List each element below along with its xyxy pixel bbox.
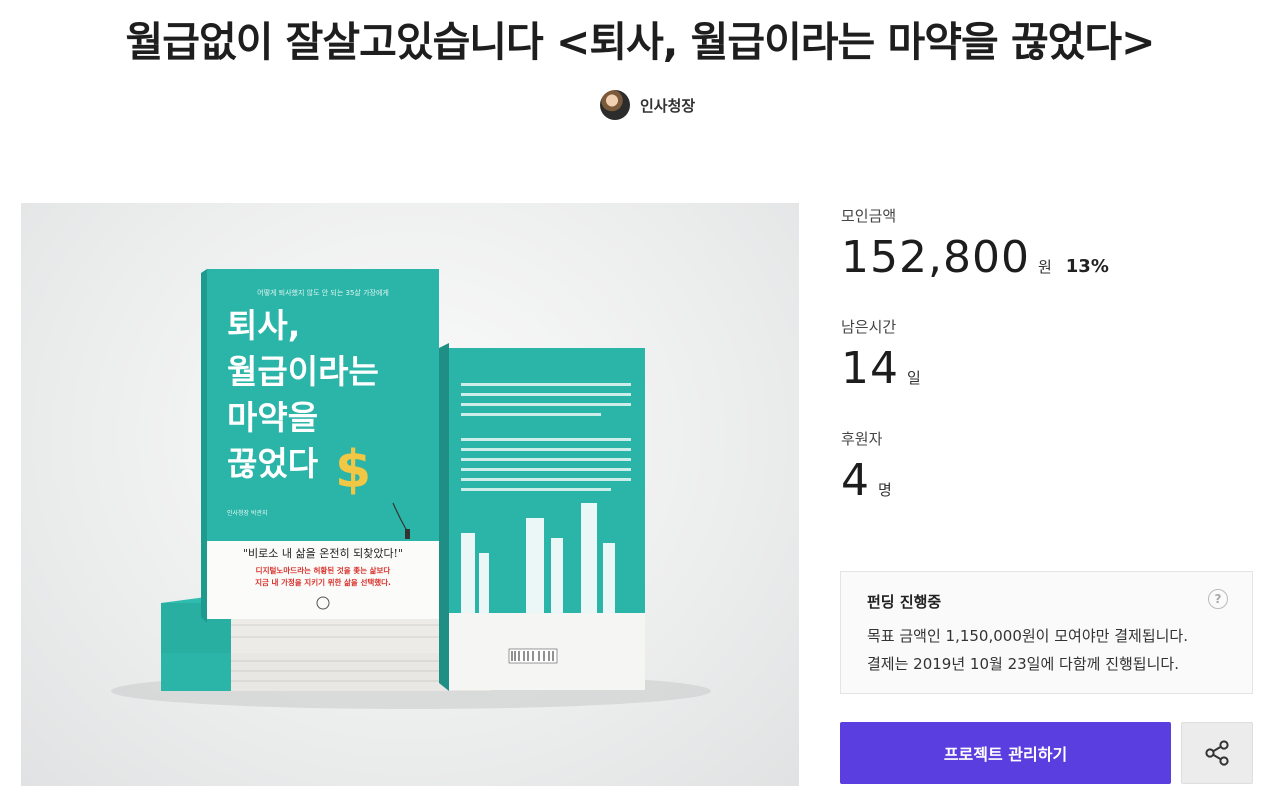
front-title-line-2: 월급이라는 bbox=[227, 352, 379, 391]
backers-count: 4 명 bbox=[841, 455, 892, 506]
remaining-value: 14 bbox=[841, 343, 899, 394]
funding-payment-date-text: 결제는 2019년 10월 23일에 다함께 진행됩니다. bbox=[867, 655, 1179, 673]
front-quote: "비로소 내 삶을 온전히 되찾았다!" bbox=[243, 546, 403, 560]
project-title: 월급없이 잘살고있습니다 <퇴사, 월급이라는 마약을 끊었다> bbox=[125, 18, 1156, 66]
backers-label: 후원자 bbox=[841, 430, 883, 448]
raised-percent: 13% bbox=[1065, 256, 1109, 277]
front-title-line-4: 끊었다 bbox=[227, 444, 319, 483]
backers-unit: 명 bbox=[878, 481, 892, 499]
remaining-time: 14 일 bbox=[841, 343, 921, 394]
remaining-label: 남은시간 bbox=[841, 318, 897, 336]
manage-project-button[interactable]: 프로젝트 관리하기 bbox=[840, 722, 1171, 784]
share-button[interactable] bbox=[1181, 722, 1253, 784]
front-title-line-1: 퇴사, bbox=[227, 306, 300, 345]
front-subtitle: 어떻게 퇴사했지 않도 안 되는 35살 가장에게 bbox=[257, 288, 389, 297]
raised-amount: 152,800 원 13% bbox=[841, 232, 1109, 283]
front-title-line-3: 마약을 bbox=[227, 398, 318, 437]
creator-name: 인사청장 bbox=[640, 96, 696, 115]
funding-goal-text: 목표 금액인 1,150,000원이 모여야만 결제됩니다. bbox=[867, 627, 1188, 645]
funding-status: 펀딩 진행중 bbox=[867, 593, 942, 611]
front-tagline-1: 디지털노마드라는 허황된 것을 좇는 삶보다 bbox=[256, 565, 391, 575]
share-icon bbox=[1205, 740, 1229, 766]
front-book: 어떻게 퇴사했지 않도 안 되는 35살 가장에게 퇴사, 월급이라는 마약을 … bbox=[201, 269, 439, 623]
front-author: 인사청장 박관지 bbox=[227, 509, 268, 517]
backers-value: 4 bbox=[841, 455, 870, 506]
front-tagline-2: 지금 내 가정을 지키기 위한 삶을 선택했다. bbox=[255, 577, 391, 587]
raised-unit: 원 bbox=[1037, 258, 1052, 276]
dollar-sign: $ bbox=[335, 440, 371, 500]
raised-label: 모인금액 bbox=[841, 207, 897, 225]
help-icon[interactable]: ? bbox=[1208, 589, 1228, 609]
creator-link[interactable]: 인사청장 bbox=[600, 88, 695, 122]
book-illustration: 어떻게 퇴사했지 않도 안 되는 35살 가장에게 퇴사, 월급이라는 마약을 … bbox=[111, 269, 711, 709]
back-book bbox=[439, 343, 645, 691]
raised-value: 152,800 bbox=[841, 232, 1030, 283]
creator-avatar bbox=[600, 90, 630, 120]
project-cover-image: 어떻게 퇴사했지 않도 안 되는 35살 가장에게 퇴사, 월급이라는 마약을 … bbox=[21, 203, 799, 786]
remaining-unit: 일 bbox=[907, 369, 921, 387]
funding-status-box: 펀딩 진행중 ? 목표 금액인 1,150,000원이 모여야만 결제됩니다. … bbox=[840, 571, 1253, 694]
